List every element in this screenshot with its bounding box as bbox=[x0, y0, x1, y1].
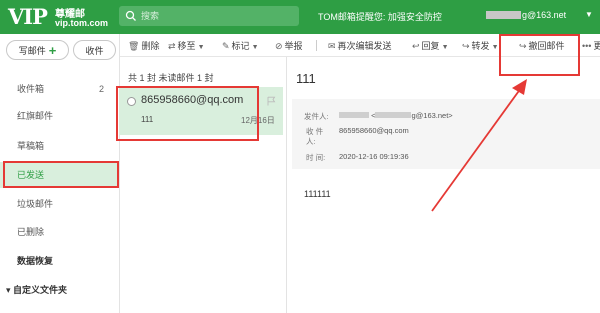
top-header: VIP 尊耀邮 vip.tom.com TOM邮箱提醒您: 加强安全防控 g@1… bbox=[0, 0, 600, 34]
recall-highlight-box bbox=[499, 34, 580, 76]
sidebar-item-label: 收件箱 bbox=[17, 84, 45, 94]
user-email-suffix: g@163.net bbox=[522, 10, 567, 20]
custom-folders-toggle[interactable]: ▾ 自定义文件夹 bbox=[6, 283, 67, 296]
user-account-email[interactable]: g@163.net bbox=[486, 10, 566, 20]
logo-vip-text: VIP bbox=[8, 4, 48, 29]
sidebar-item-flagged[interactable]: 红旗邮件 bbox=[0, 103, 118, 129]
security-promo-link[interactable]: TOM邮箱提醒您: 加强安全防控 bbox=[318, 10, 442, 23]
search-input[interactable] bbox=[141, 9, 291, 23]
receive-label: 收件 bbox=[85, 45, 104, 56]
logo-domain: vip.tom.com bbox=[55, 18, 109, 28]
redacted-username bbox=[486, 11, 521, 19]
report-icon: ⊘ bbox=[275, 41, 283, 51]
mark-label: 标记 bbox=[231, 41, 250, 51]
reply-button[interactable]: ↩ 回复 ▼ bbox=[412, 39, 449, 52]
forward-button[interactable]: ↪ 转发 ▼ bbox=[462, 39, 499, 52]
sidebar-item-deleted[interactable]: 已删除 bbox=[0, 219, 118, 245]
chevron-down-icon: ▼ bbox=[491, 44, 499, 51]
more-dots-icon: ••• bbox=[582, 41, 592, 51]
compose-label: 写邮件 bbox=[18, 45, 46, 56]
forward-label: 转发 bbox=[471, 41, 490, 51]
sidebar-divider bbox=[119, 34, 120, 313]
time-value: 2020-12-16 09:19:36 bbox=[339, 152, 409, 161]
reply-icon: ↩ bbox=[412, 41, 420, 51]
resend-button[interactable]: ✉ 再次编辑发送 bbox=[328, 39, 392, 52]
mail-title: 111 bbox=[296, 71, 316, 86]
mail-count-summary: 共 1 封 未读邮件 1 封 bbox=[128, 73, 214, 83]
redacted-sender-name bbox=[339, 112, 369, 118]
sent-highlight-box bbox=[3, 161, 119, 188]
flag-icon[interactable] bbox=[266, 96, 276, 106]
report-label: 举报 bbox=[284, 41, 303, 51]
sidebar-item-label: 草稿箱 bbox=[17, 141, 45, 151]
unread-count: 2 bbox=[98, 84, 104, 94]
vip-logo[interactable]: VIP 尊耀邮 vip.tom.com bbox=[8, 3, 116, 31]
redacted-sender-address bbox=[375, 112, 412, 118]
move-icon: ⇄ bbox=[168, 41, 176, 51]
resend-label: 再次编辑发送 bbox=[337, 41, 392, 51]
from-suffix: g@163.net> bbox=[411, 111, 453, 120]
sidebar-item-drafts[interactable]: 草稿箱 bbox=[0, 133, 118, 159]
to-value[interactable]: 865958660@qq.com bbox=[339, 126, 409, 135]
search-icon[interactable] bbox=[125, 10, 137, 22]
forward-icon: ↪ bbox=[462, 41, 470, 51]
plus-icon: + bbox=[48, 42, 57, 58]
compose-button[interactable]: 写邮件 + bbox=[6, 40, 69, 60]
mark-button[interactable]: ✎ 标记 ▼ bbox=[222, 39, 259, 52]
chevron-down-icon: ▼ bbox=[197, 44, 205, 51]
from-label: 发件人: bbox=[304, 112, 329, 121]
edit-resend-icon: ✉ bbox=[328, 41, 336, 51]
sidebar-item-spam[interactable]: 垃圾邮件 bbox=[0, 191, 118, 217]
delete-button[interactable]: 🗑 删除 bbox=[128, 39, 159, 52]
chevron-down-icon: ▼ bbox=[441, 44, 449, 51]
custom-folders-label: 自定义文件夹 bbox=[13, 285, 68, 295]
move-to-button[interactable]: ⇄ 移至 ▼ bbox=[168, 39, 205, 52]
sidebar-item-inbox[interactable]: 收件箱 2 bbox=[0, 76, 118, 102]
move-label: 移至 bbox=[177, 41, 196, 51]
more-button[interactable]: ••• 更 bbox=[582, 39, 600, 52]
sidebar-item-label: 已删除 bbox=[17, 227, 45, 237]
time-label: 时 间: bbox=[306, 153, 326, 162]
from-value[interactable]: < g@163.net> bbox=[339, 111, 453, 120]
to-label-suffix: 人: bbox=[306, 137, 316, 146]
reply-label: 回复 bbox=[421, 41, 440, 51]
mail-highlight-box bbox=[116, 86, 259, 141]
more-label: 更 bbox=[593, 41, 600, 51]
trash-icon: 🗑 bbox=[128, 41, 140, 51]
list-divider bbox=[286, 57, 287, 313]
sidebar-item-label: 数据恢复 bbox=[17, 256, 54, 266]
tag-icon: ✎ bbox=[222, 41, 230, 51]
mail-body: 111111 bbox=[304, 189, 331, 199]
chevron-down-icon[interactable]: ▼ bbox=[585, 10, 593, 19]
chevron-down-icon: ▼ bbox=[251, 44, 259, 51]
sidebar-item-label: 垃圾邮件 bbox=[17, 199, 54, 209]
toolbar-separator bbox=[316, 40, 317, 51]
report-button[interactable]: ⊘ 举报 bbox=[275, 39, 303, 52]
search-box[interactable] bbox=[119, 6, 299, 26]
caret-down-icon: ▾ bbox=[6, 285, 14, 295]
receive-button[interactable]: 收件 bbox=[73, 40, 116, 60]
sidebar-item-data-recovery[interactable]: 数据恢复 bbox=[0, 248, 118, 274]
mail-meta: 发件人: < g@163.net> 收 件 人: 865958660@qq.com… bbox=[292, 99, 600, 169]
sidebar-item-label: 红旗邮件 bbox=[17, 111, 54, 121]
delete-label: 删除 bbox=[141, 41, 160, 51]
